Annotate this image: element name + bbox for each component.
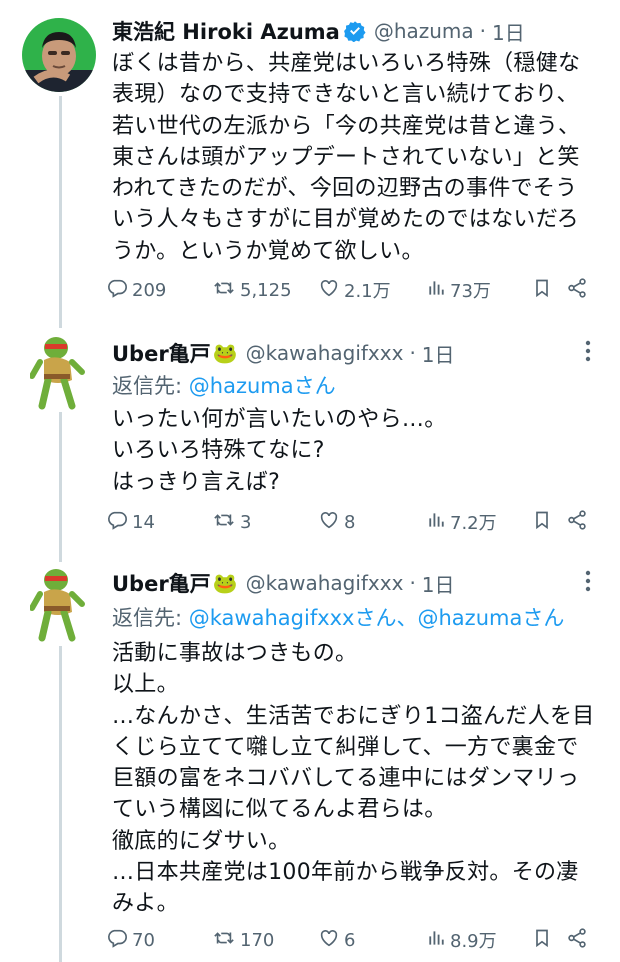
tweet-text: いったい何が言いたいのやら…。 いろいろ特殊てなに? はっきり言えば? xyxy=(112,407,447,495)
bookmark-icon xyxy=(532,927,556,954)
bookmark-icon xyxy=(532,509,556,536)
like-icon xyxy=(318,277,344,304)
handle[interactable]: @kawahagifxxx xyxy=(246,571,404,595)
avatar[interactable] xyxy=(30,566,88,642)
reply-count: 14 xyxy=(132,511,155,533)
tweet-header: Uber亀戸 🐸 @kawahagifxxx · 1日 xyxy=(112,566,580,600)
share-icon xyxy=(566,277,592,304)
share-button[interactable] xyxy=(566,927,592,953)
timestamp[interactable]: 1日 xyxy=(422,339,455,368)
handle[interactable]: @hazuma xyxy=(374,19,474,43)
retweet-icon xyxy=(212,277,240,304)
tweet[interactable]: Uber亀戸 🐸 @kawahagifxxx · 1日 返信先: @hazuma… xyxy=(0,320,620,560)
like-button[interactable]: 2.1万 xyxy=(318,277,391,303)
replying-to-label: 返信先: xyxy=(112,374,189,398)
views-count: 73万 xyxy=(450,281,491,302)
handle[interactable]: @kawahagifxxx xyxy=(246,341,404,365)
share-icon xyxy=(566,509,592,536)
bookmark-button[interactable] xyxy=(532,509,556,535)
reply-button[interactable]: 14 xyxy=(106,509,155,535)
like-count: 6 xyxy=(344,929,356,951)
more-icon xyxy=(585,570,591,596)
retweet-icon xyxy=(212,927,240,954)
reply-button[interactable]: 70 xyxy=(106,927,155,953)
views-icon xyxy=(426,509,450,536)
action-bar: 70 170 6 8.9万 xyxy=(106,927,592,953)
retweet-button[interactable]: 5,125 xyxy=(212,277,292,303)
retweet-button[interactable]: 3 xyxy=(212,509,251,535)
mention-link[interactable]: @kawahagifxxxさん、@hazumaさん xyxy=(189,606,565,630)
like-icon xyxy=(318,927,344,954)
share-button[interactable] xyxy=(566,277,592,303)
frog-emoji: 🐸 xyxy=(212,571,238,595)
share-icon xyxy=(566,927,592,954)
reply-button[interactable]: 209 xyxy=(106,277,166,303)
views-button[interactable]: 8.9万 xyxy=(426,927,497,953)
replying-to-label: 返信先: xyxy=(112,606,189,630)
views-button[interactable]: 73万 xyxy=(426,277,491,303)
reply-icon xyxy=(106,277,132,304)
retweet-count: 5,125 xyxy=(240,279,292,301)
timestamp[interactable]: 1日 xyxy=(422,569,455,598)
views-count: 7.2万 xyxy=(450,513,497,534)
like-icon xyxy=(318,509,344,536)
avatar[interactable] xyxy=(30,334,88,410)
display-name[interactable]: Uber亀戸 xyxy=(112,568,211,598)
like-button[interactable]: 8 xyxy=(318,509,355,535)
bookmark-button[interactable] xyxy=(532,277,556,303)
replying-to: 返信先: @hazumaさん xyxy=(112,370,336,400)
retweet-count: 170 xyxy=(240,929,275,951)
tweet-text: 活動に事故はつきもの。 以上。 …なんかさ、生活苦でおにぎり1コ盗んだ人を目 く… xyxy=(112,641,595,917)
tweet[interactable]: 東浩紀 Hiroki Azuma @hazuma · 1日 ぼくは昔から、共産党… xyxy=(0,0,620,320)
retweet-icon xyxy=(212,509,240,536)
verified-badge-icon xyxy=(343,20,366,43)
timestamp[interactable]: 1日 xyxy=(492,17,525,46)
retweet-count: 3 xyxy=(240,511,252,533)
more-button[interactable] xyxy=(576,568,600,598)
tweet[interactable]: Uber亀戸 🐸 @kawahagifxxx · 1日 返信先: @kawaha… xyxy=(0,560,620,962)
tweet-header: 東浩紀 Hiroki Azuma @hazuma · 1日 xyxy=(112,14,580,48)
like-button[interactable]: 6 xyxy=(318,927,355,953)
views-icon xyxy=(426,277,450,304)
reply-count: 209 xyxy=(132,279,167,301)
action-bar: 209 5,125 2.1万 73万 xyxy=(106,277,592,303)
share-button[interactable] xyxy=(566,509,592,535)
action-bar: 14 3 8 7.2万 xyxy=(106,509,592,535)
separator: · xyxy=(409,571,416,595)
separator: · xyxy=(409,341,416,365)
frog-emoji: 🐸 xyxy=(212,341,238,365)
like-count: 2.1万 xyxy=(344,281,391,302)
bookmark-button[interactable] xyxy=(532,927,556,953)
replying-to: 返信先: @kawahagifxxxさん、@hazumaさん xyxy=(112,602,564,632)
reply-icon xyxy=(106,509,132,536)
views-icon xyxy=(426,927,450,954)
more-icon xyxy=(585,340,591,366)
mention-link[interactable]: @hazumaさん xyxy=(189,374,336,398)
display-name[interactable]: Uber亀戸 xyxy=(112,338,211,368)
retweet-button[interactable]: 170 xyxy=(212,927,274,953)
tweet-text: ぼくは昔から、共産党はいろいろ特殊（穏健な 表現）なので支持できないと言い続けて… xyxy=(112,51,581,264)
tweet-header: Uber亀戸 🐸 @kawahagifxxx · 1日 xyxy=(112,336,580,370)
views-button[interactable]: 7.2万 xyxy=(426,509,497,535)
views-count: 8.9万 xyxy=(450,931,497,952)
bookmark-icon xyxy=(532,277,556,304)
reply-icon xyxy=(106,927,132,954)
reply-count: 70 xyxy=(132,929,155,951)
display-name[interactable]: 東浩紀 Hiroki Azuma xyxy=(112,16,340,46)
separator: · xyxy=(479,19,487,43)
like-count: 8 xyxy=(344,511,356,533)
more-button[interactable] xyxy=(576,338,600,368)
avatar[interactable] xyxy=(22,18,96,92)
